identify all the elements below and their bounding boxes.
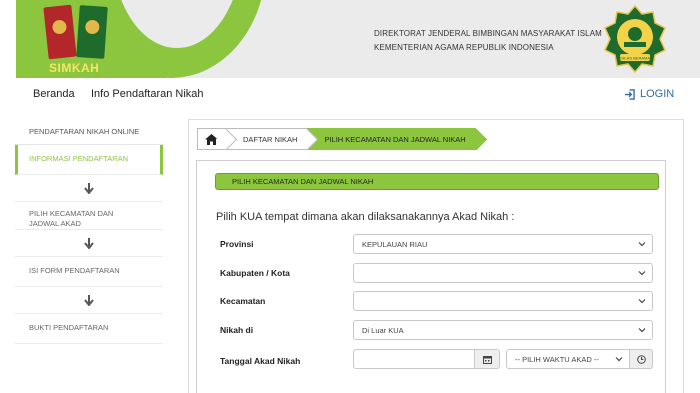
kecamatan-label: Kecamatan <box>220 296 266 306</box>
breadcrumb-daftar-nikah-label: DAFTAR NIKAH <box>243 134 298 144</box>
breadcrumb-daftar-nikah[interactable]: DAFTAR NIKAH <box>226 128 319 151</box>
nav-info-pendaftaran[interactable]: Info Pendaftaran Nikah <box>91 88 204 100</box>
passport-green-icon <box>76 5 108 59</box>
chevron-down-icon <box>638 328 646 333</box>
chevron-down-icon <box>638 242 646 247</box>
breadcrumb-current-label: PILIH KECAMATAN DAN JADWAL NIKAH <box>324 134 466 144</box>
breadcrumb-current: PILIH KECAMATAN DAN JADWAL NIKAH <box>307 128 487 151</box>
header-banner: SIMKAH DIREKTORAT JENDERAL BIMBINGAN MAS… <box>16 0 700 78</box>
sidebar-steps: PENDAFTARAN NIKAH ONLINE INFORMASI PENDA… <box>15 119 163 344</box>
chevron-down-icon <box>638 299 646 304</box>
sidebar-step-bukti[interactable]: BUKTI PENDAFTARAN <box>15 314 163 344</box>
panel-title: PILIH KECAMATAN DAN JADWAL NIKAH <box>215 173 659 190</box>
tanggal-label: Tanggal Akad Nikah <box>220 356 301 366</box>
calendar-icon <box>482 355 492 364</box>
nikah-di-label: Nikah di <box>220 325 254 335</box>
waktu-akad-value: -- PILIH WAKTU AKAD -- <box>515 355 599 364</box>
kabupaten-label: Kabupaten / Kota <box>220 268 290 278</box>
clock-icon <box>636 354 646 364</box>
form-panel: PILIH KECAMATAN DAN JADWAL NIKAH Pilih K… <box>196 160 666 393</box>
waktu-akad-select[interactable]: -- PILIH WAKTU AKAD -- <box>506 349 630 369</box>
emblem-motto: IKHLAS BERAMAL <box>618 56 653 61</box>
nikah-di-value: Di Luar KUA <box>362 326 404 335</box>
form-intro: Pilih KUA tempat dimana akan dilaksanaka… <box>216 211 515 223</box>
tanggal-date-input[interactable] <box>353 349 475 369</box>
arrow-down-icon <box>15 230 163 257</box>
sidebar-step-isi-form[interactable]: ISI FORM PENDAFTARAN <box>15 257 163 287</box>
sidebar-step-pilih-kecamatan[interactable]: PILIH KECAMATAN DAN JADWAL AKAD <box>15 202 163 230</box>
passport-red-icon <box>43 4 77 60</box>
nav-beranda[interactable]: Beranda <box>33 88 75 100</box>
chevron-down-icon <box>638 271 646 276</box>
provinsi-label: Provinsi <box>220 239 254 249</box>
row-kecamatan: Kecamatan <box>220 291 660 313</box>
directorate-name: DIREKTORAT JENDERAL BIMBINGAN MASYARAKAT… <box>374 29 602 38</box>
row-provinsi: Provinsi KEPULAUAN RIAU <box>220 234 660 256</box>
provinsi-value: KEPULAUAN RIAU <box>362 240 428 249</box>
row-tanggal: Tanggal Akad Nikah -- PILIH WAKTU AKAD -… <box>220 349 660 371</box>
row-kabupaten: Kabupaten / Kota <box>220 263 660 285</box>
kemenag-emblem-icon: IKHLAS BERAMAL <box>604 4 666 74</box>
login-label: LOGIN <box>640 88 675 100</box>
ministry-name: KEMENTERIAN AGAMA REPUBLIK INDONESIA <box>374 43 554 52</box>
main-content: DAFTAR NIKAH PILIH KECAMATAN DAN JADWAL … <box>188 119 684 393</box>
clock-button[interactable] <box>630 349 653 369</box>
provinsi-select[interactable]: KEPULAUAN RIAU <box>353 234 653 254</box>
directorate-text: DIREKTORAT JENDERAL BIMBINGAN MASYARAKAT… <box>374 27 602 55</box>
top-nav: Beranda Info Pendaftaran Nikah LOGIN <box>0 78 700 112</box>
sidebar-heading: PENDAFTARAN NIKAH ONLINE <box>15 119 163 145</box>
kabupaten-select[interactable] <box>353 263 653 283</box>
simkah-logo[interactable]: SIMKAH <box>49 61 99 75</box>
breadcrumb: DAFTAR NIKAH PILIH KECAMATAN DAN JADWAL … <box>197 128 487 151</box>
chevron-down-icon <box>615 357 623 362</box>
calendar-button[interactable] <box>475 349 500 369</box>
login-button[interactable]: LOGIN <box>624 88 674 100</box>
nikah-di-select[interactable]: Di Luar KUA <box>353 320 653 340</box>
row-nikah-di: Nikah di Di Luar KUA <box>220 320 660 342</box>
breadcrumb-home[interactable] <box>197 128 238 151</box>
arrow-down-icon <box>15 175 163 202</box>
sign-in-icon <box>624 88 635 100</box>
arrow-down-icon <box>15 287 163 314</box>
sidebar-step-informasi[interactable]: INFORMASI PENDAFTARAN <box>15 145 163 175</box>
kecamatan-select[interactable] <box>353 291 653 311</box>
